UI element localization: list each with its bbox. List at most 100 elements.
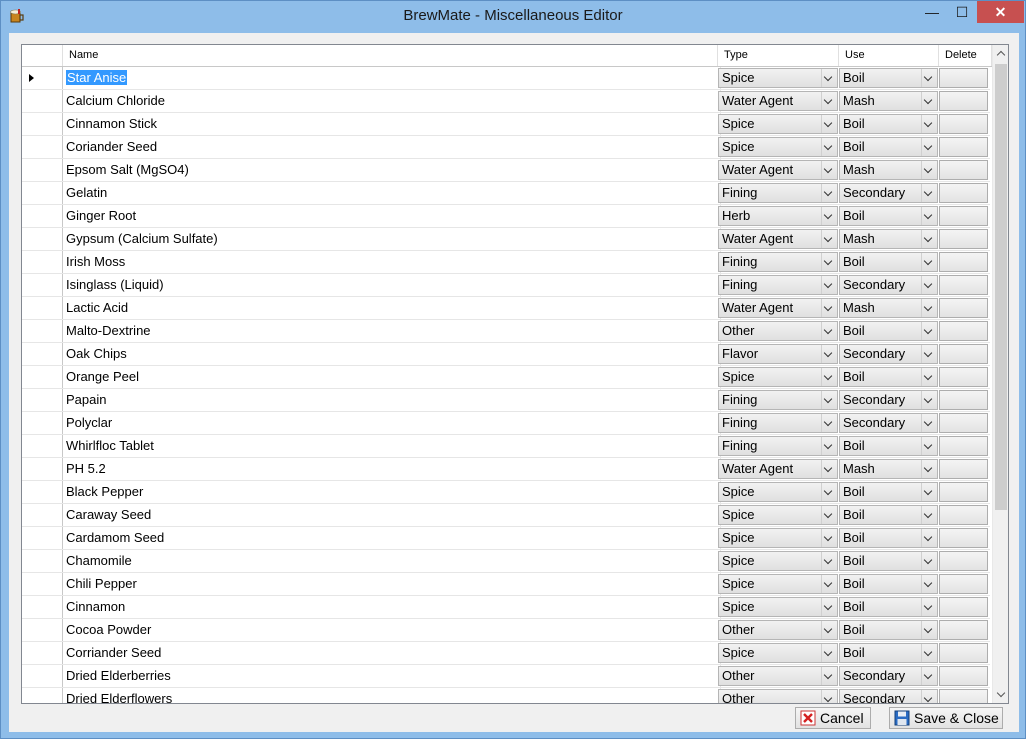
delete-button[interactable]: [939, 574, 988, 594]
chevron-down-icon[interactable]: [921, 391, 937, 409]
type-combobox[interactable]: Fining: [718, 275, 838, 295]
table-row[interactable]: PH 5.2 Water Agent Mash: [22, 458, 990, 481]
table-row[interactable]: Oak Chips Flavor Secondary: [22, 343, 990, 366]
use-combobox[interactable]: Secondary: [839, 689, 938, 703]
row-header[interactable]: [22, 136, 63, 158]
use-combobox[interactable]: Boil: [839, 68, 938, 88]
name-cell[interactable]: Gypsum (Calcium Sulfate): [63, 228, 721, 250]
delete-button[interactable]: [939, 367, 988, 387]
table-row[interactable]: Dried Elderberries Other Secondary: [22, 665, 990, 688]
row-header[interactable]: [22, 504, 63, 526]
name-cell[interactable]: Calcium Chloride: [63, 90, 721, 112]
name-cell[interactable]: Dried Elderberries: [63, 665, 721, 687]
column-header-type[interactable]: Type: [718, 45, 839, 66]
delete-button[interactable]: [939, 114, 988, 134]
row-header[interactable]: [22, 228, 63, 250]
type-combobox[interactable]: Other: [718, 689, 838, 703]
table-row[interactable]: Chili Pepper Spice Boil: [22, 573, 990, 596]
name-cell[interactable]: Isinglass (Liquid): [63, 274, 721, 296]
chevron-down-icon[interactable]: [921, 253, 937, 271]
chevron-down-icon[interactable]: [921, 598, 937, 616]
name-cell[interactable]: Corriander Seed: [63, 642, 721, 664]
delete-button[interactable]: [939, 229, 988, 249]
use-combobox[interactable]: Boil: [839, 528, 938, 548]
row-header[interactable]: [22, 366, 63, 388]
use-combobox[interactable]: Mash: [839, 298, 938, 318]
table-row[interactable]: Lactic Acid Water Agent Mash: [22, 297, 990, 320]
name-cell[interactable]: Black Pepper: [63, 481, 721, 503]
chevron-down-icon[interactable]: [921, 92, 937, 110]
use-combobox[interactable]: Mash: [839, 160, 938, 180]
name-cell[interactable]: Lactic Acid: [63, 297, 721, 319]
use-combobox[interactable]: Secondary: [839, 413, 938, 433]
table-row[interactable]: Gypsum (Calcium Sulfate) Water Agent Mash: [22, 228, 990, 251]
row-header[interactable]: [22, 435, 63, 457]
table-row[interactable]: Calcium Chloride Water Agent Mash: [22, 90, 990, 113]
chevron-down-icon[interactable]: [921, 368, 937, 386]
chevron-down-icon[interactable]: [921, 322, 937, 340]
name-cell[interactable]: Cocoa Powder: [63, 619, 721, 641]
chevron-down-icon[interactable]: [921, 184, 937, 202]
table-row[interactable]: Epsom Salt (MgSO4) Water Agent Mash: [22, 159, 990, 182]
use-combobox[interactable]: Mash: [839, 459, 938, 479]
chevron-down-icon[interactable]: [821, 414, 837, 432]
minimize-button[interactable]: —: [917, 1, 947, 23]
name-cell[interactable]: Dried Elderflowers: [63, 688, 721, 703]
use-combobox[interactable]: Boil: [839, 643, 938, 663]
type-combobox[interactable]: Spice: [718, 505, 838, 525]
type-combobox[interactable]: Spice: [718, 528, 838, 548]
delete-button[interactable]: [939, 505, 988, 525]
use-combobox[interactable]: Boil: [839, 114, 938, 134]
use-combobox[interactable]: Secondary: [839, 183, 938, 203]
delete-button[interactable]: [939, 643, 988, 663]
type-combobox[interactable]: Water Agent: [718, 160, 838, 180]
name-cell[interactable]: Oak Chips: [63, 343, 721, 365]
row-header[interactable]: [22, 343, 63, 365]
type-combobox[interactable]: Spice: [718, 597, 838, 617]
chevron-down-icon[interactable]: [821, 690, 837, 703]
scroll-thumb[interactable]: [995, 64, 1007, 510]
cancel-button[interactable]: Cancel: [795, 707, 871, 729]
use-combobox[interactable]: Secondary: [839, 275, 938, 295]
chevron-down-icon[interactable]: [921, 552, 937, 570]
delete-button[interactable]: [939, 413, 988, 433]
name-cell[interactable]: Chili Pepper: [63, 573, 721, 595]
delete-button[interactable]: [939, 436, 988, 456]
delete-button[interactable]: [939, 183, 988, 203]
table-row[interactable]: Corriander Seed Spice Boil: [22, 642, 990, 665]
use-combobox[interactable]: Boil: [839, 551, 938, 571]
chevron-down-icon[interactable]: [921, 299, 937, 317]
use-combobox[interactable]: Boil: [839, 206, 938, 226]
delete-button[interactable]: [939, 137, 988, 157]
close-button[interactable]: ✕: [977, 1, 1024, 23]
delete-button[interactable]: [939, 252, 988, 272]
chevron-down-icon[interactable]: [821, 483, 837, 501]
row-header[interactable]: [22, 688, 63, 703]
table-row[interactable]: Gelatin Fining Secondary: [22, 182, 990, 205]
name-cell[interactable]: Malto-Dextrine: [63, 320, 721, 342]
row-header[interactable]: [22, 527, 63, 549]
chevron-down-icon[interactable]: [821, 69, 837, 87]
use-combobox[interactable]: Secondary: [839, 344, 938, 364]
use-combobox[interactable]: Boil: [839, 436, 938, 456]
chevron-down-icon[interactable]: [821, 184, 837, 202]
table-row[interactable]: Cinnamon Stick Spice Boil: [22, 113, 990, 136]
type-combobox[interactable]: Spice: [718, 137, 838, 157]
delete-button[interactable]: [939, 321, 988, 341]
delete-button[interactable]: [939, 459, 988, 479]
name-cell[interactable]: Coriander Seed: [63, 136, 721, 158]
chevron-down-icon[interactable]: [921, 575, 937, 593]
table-row[interactable]: Isinglass (Liquid) Fining Secondary: [22, 274, 990, 297]
type-combobox[interactable]: Flavor: [718, 344, 838, 364]
chevron-down-icon[interactable]: [821, 575, 837, 593]
chevron-down-icon[interactable]: [921, 230, 937, 248]
delete-button[interactable]: [939, 551, 988, 571]
chevron-down-icon[interactable]: [921, 345, 937, 363]
row-header[interactable]: [22, 665, 63, 687]
table-row[interactable]: Caraway Seed Spice Boil: [22, 504, 990, 527]
use-combobox[interactable]: Boil: [839, 505, 938, 525]
row-header[interactable]: [22, 159, 63, 181]
type-combobox[interactable]: Fining: [718, 252, 838, 272]
type-combobox[interactable]: Other: [718, 620, 838, 640]
chevron-down-icon[interactable]: [921, 621, 937, 639]
